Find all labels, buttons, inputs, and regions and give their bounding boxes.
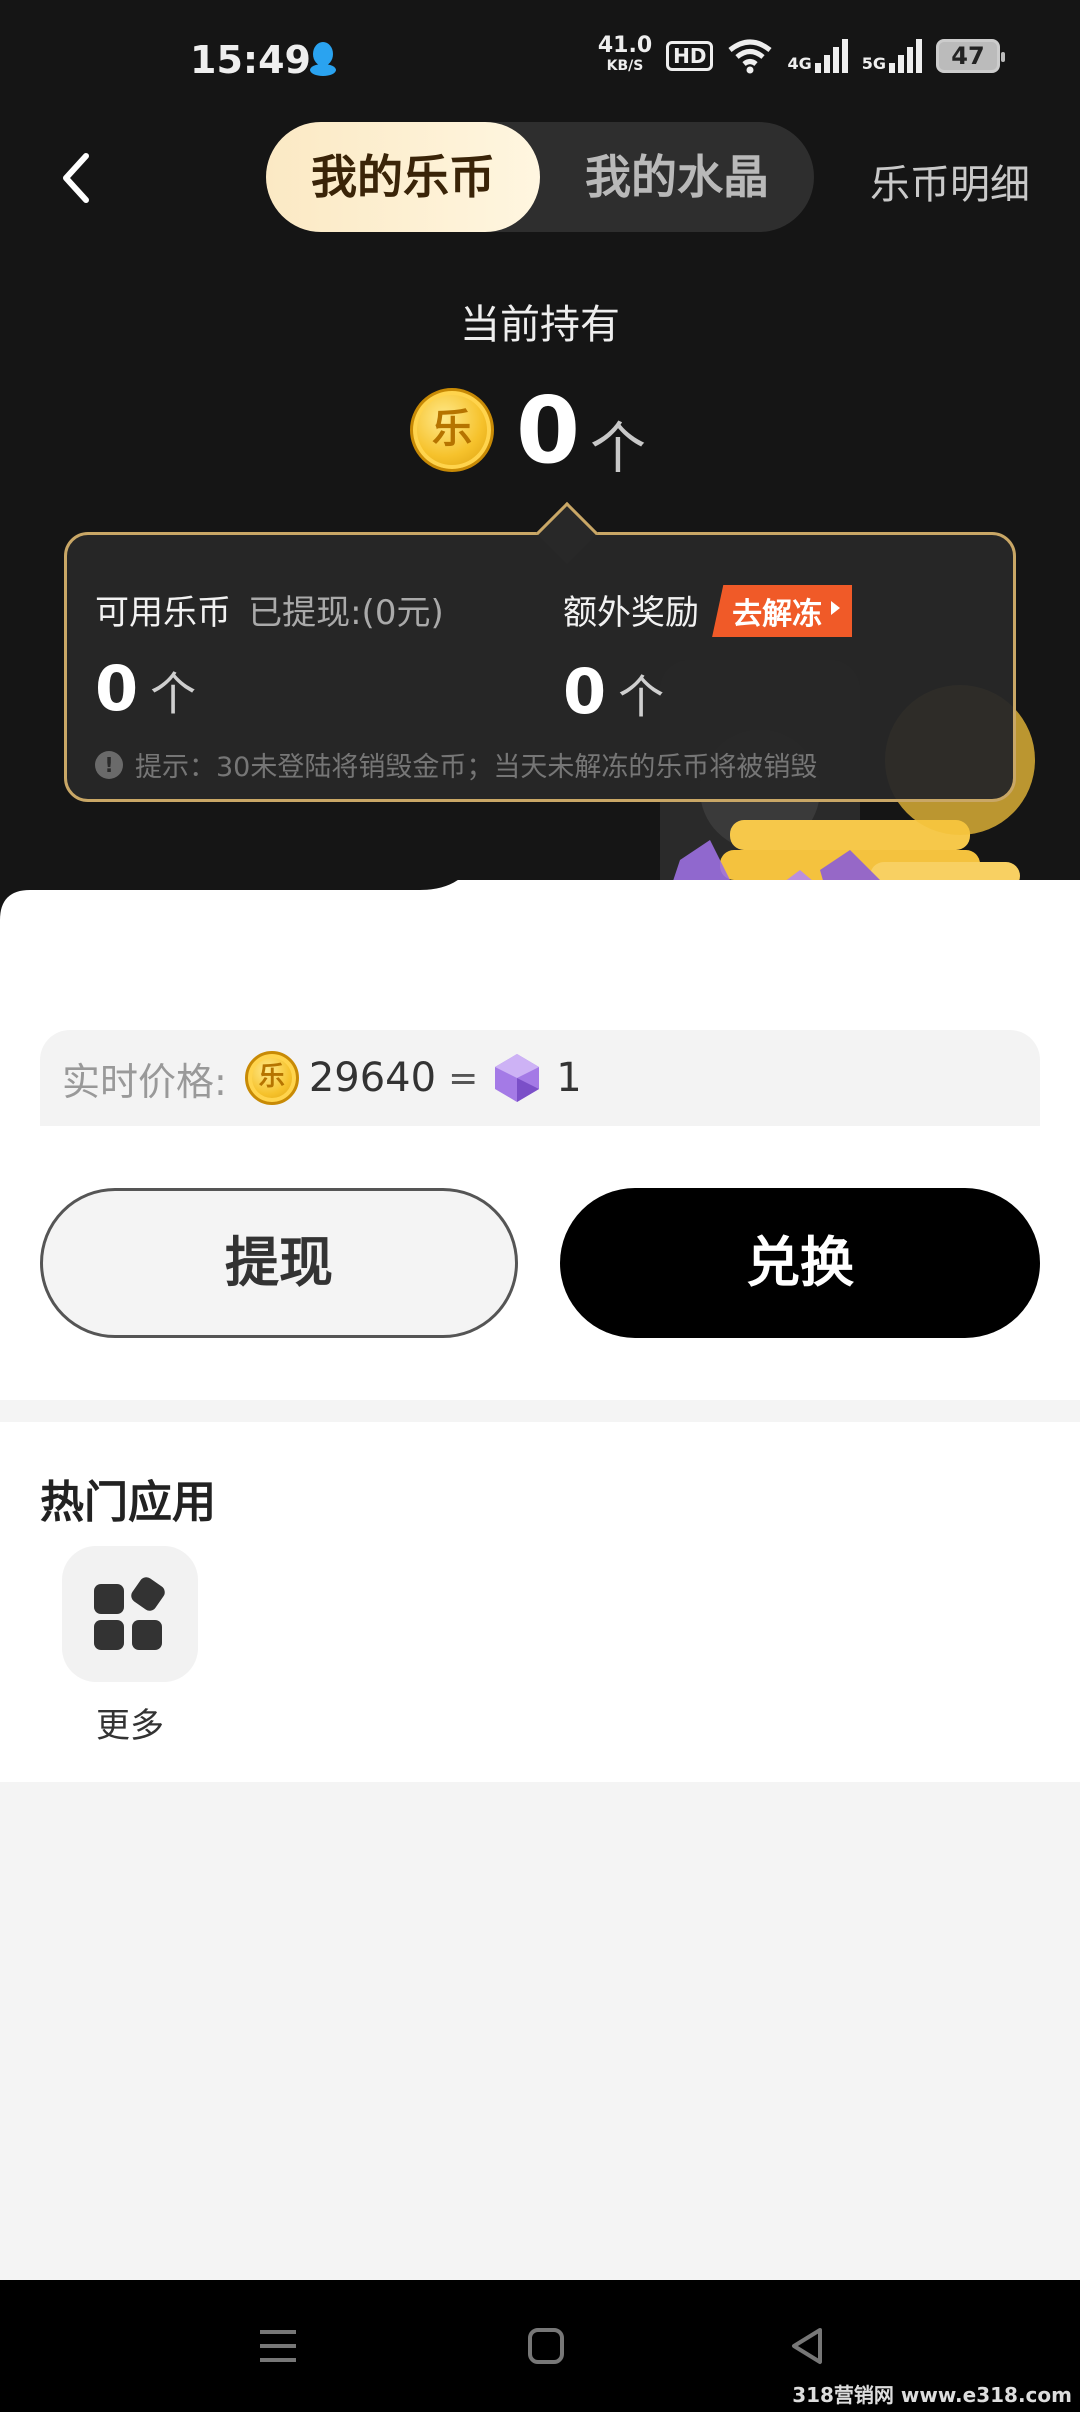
coin-amount: 29640 bbox=[308, 1055, 437, 1101]
current-holding: 乐 0 个 bbox=[410, 377, 646, 484]
coin-icon: 乐 bbox=[244, 1051, 299, 1105]
extra-unit: 个 bbox=[618, 670, 665, 724]
withdrawn-amount: 已提现:(0元) bbox=[248, 593, 444, 633]
home-icon[interactable] bbox=[524, 2324, 568, 2368]
holding-amount: 0 bbox=[516, 376, 581, 484]
tab-my-crystals[interactable]: 我的水晶 bbox=[540, 122, 814, 232]
tip-text: 提示：30未登陆将销毁金币；当天未解冻的乐币将被销毁 bbox=[135, 752, 818, 783]
warning-icon: ! bbox=[95, 750, 123, 779]
unfreeze-button[interactable]: 去解冻 bbox=[712, 585, 853, 637]
currency-tabs: 我的乐币 我的水晶 bbox=[266, 122, 814, 232]
net-speed: 41.0 KB/S bbox=[597, 33, 653, 75]
available-coins: 可用乐币 已提现:(0元) 0 个 bbox=[95, 585, 444, 725]
wifi-icon bbox=[728, 39, 773, 74]
signal-4g: 4G bbox=[787, 39, 848, 73]
crystal-amount: 1 bbox=[556, 1055, 582, 1101]
extra-reward-label: 额外奖励 bbox=[563, 593, 699, 633]
hd-badge: HD bbox=[666, 41, 714, 71]
coin-icon: 乐 bbox=[410, 388, 494, 472]
menu-icon[interactable] bbox=[256, 2324, 300, 2368]
watermark: 318营销网 www.e318.com bbox=[792, 2383, 1072, 2407]
current-holding-label: 当前持有 bbox=[460, 302, 620, 348]
extra-reward: 额外奖励 去解冻 0 个 bbox=[563, 585, 853, 728]
signal-bars-icon bbox=[814, 39, 848, 73]
holding-unit: 个 bbox=[590, 416, 647, 482]
back-icon[interactable] bbox=[786, 2324, 830, 2368]
available-value: 0 bbox=[95, 652, 139, 725]
balance-card: 可用乐币 已提现:(0元) 0 个 额外奖励 去解冻 0 个 ! 提示：30未登… bbox=[64, 501, 1016, 802]
battery-icon: 47 bbox=[936, 39, 1005, 73]
available-unit: 个 bbox=[150, 667, 197, 721]
hot-apps-section: 热门应用 更多 bbox=[0, 1422, 1080, 1782]
tab-my-coins[interactable]: 我的乐币 bbox=[266, 122, 540, 232]
qq-icon bbox=[310, 42, 336, 76]
grid-icon bbox=[62, 1546, 198, 1682]
withdraw-button[interactable]: 提现 bbox=[40, 1188, 518, 1338]
app-more[interactable]: 更多 bbox=[62, 1546, 198, 1747]
exchange-button[interactable]: 兑换 bbox=[560, 1188, 1040, 1338]
signal-5g: 5G bbox=[862, 39, 922, 73]
coin-details-link[interactable]: 乐币明细 bbox=[870, 152, 1030, 210]
realtime-price: 实时价格: 乐 29640 = 1 bbox=[40, 1030, 1040, 1126]
system-nav-bar: 318营销网 www.e318.com bbox=[0, 2280, 1080, 2412]
available-label: 可用乐币 bbox=[95, 593, 231, 633]
signal-bars-icon bbox=[889, 39, 922, 73]
card-tip: ! 提示：30未登陆将销毁金币；当天未解冻的乐币将被销毁 bbox=[95, 745, 817, 784]
hot-apps-title: 热门应用 bbox=[40, 1477, 216, 1528]
panel-wave bbox=[0, 880, 1080, 990]
status-time: 15:49 bbox=[190, 38, 311, 82]
app-more-label: 更多 bbox=[96, 1706, 164, 1746]
extra-value: 0 bbox=[563, 655, 607, 728]
back-arrow-icon[interactable] bbox=[52, 148, 102, 208]
price-label: 实时价格: bbox=[62, 1059, 227, 1104]
crystal-icon bbox=[495, 1054, 540, 1102]
status-bar: 15:49 41.0 KB/S HD 4G 5G 47 bbox=[0, 0, 1080, 120]
equals-sign: = bbox=[448, 1057, 479, 1099]
